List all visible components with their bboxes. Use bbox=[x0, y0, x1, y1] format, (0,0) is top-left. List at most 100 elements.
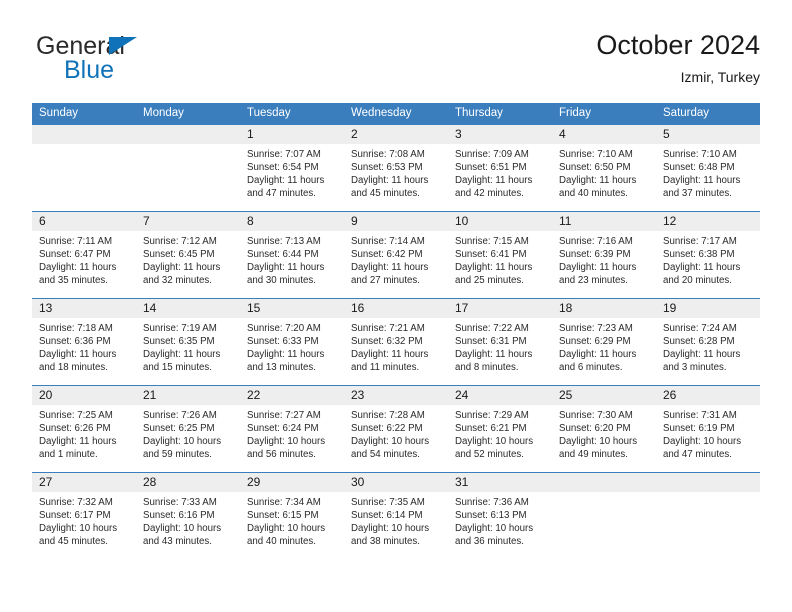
day-cell[interactable]: Sunrise: 7:12 AM Sunset: 6:45 PM Dayligh… bbox=[136, 231, 240, 298]
day-cell[interactable]: Sunrise: 7:22 AM Sunset: 6:31 PM Dayligh… bbox=[448, 318, 552, 385]
daylight-text-line2: and 35 minutes. bbox=[39, 275, 108, 287]
daylight-text-line2: and 6 minutes. bbox=[559, 362, 623, 374]
day-number[interactable]: 17 bbox=[448, 299, 552, 318]
daylight-text-line1: Daylight: 11 hours bbox=[559, 262, 637, 274]
sunset-text: Sunset: 6:31 PM bbox=[455, 336, 527, 348]
day-number[interactable] bbox=[552, 473, 656, 492]
day-cell[interactable]: Sunrise: 7:15 AM Sunset: 6:41 PM Dayligh… bbox=[448, 231, 552, 298]
daylight-text-line1: Daylight: 10 hours bbox=[143, 523, 222, 535]
sunrise-text: Sunrise: 7:08 AM bbox=[351, 149, 425, 160]
day-number[interactable]: 7 bbox=[136, 212, 240, 231]
day-number[interactable]: 10 bbox=[448, 212, 552, 231]
day-number[interactable]: 3 bbox=[448, 125, 552, 144]
day-cell[interactable]: Sunrise: 7:32 AM Sunset: 6:17 PM Dayligh… bbox=[32, 492, 136, 559]
general-blue-logo[interactable]: General Blue bbox=[36, 32, 236, 88]
day-cell[interactable]: Sunrise: 7:28 AM Sunset: 6:22 PM Dayligh… bbox=[344, 405, 448, 472]
daylight-text-line1: Daylight: 11 hours bbox=[455, 349, 533, 361]
day-number[interactable]: 20 bbox=[32, 386, 136, 405]
daylight-text-line2: and 52 minutes. bbox=[455, 449, 524, 461]
day-cell[interactable]: Sunrise: 7:25 AM Sunset: 6:26 PM Dayligh… bbox=[32, 405, 136, 472]
day-cell[interactable]: Sunrise: 7:24 AM Sunset: 6:28 PM Dayligh… bbox=[656, 318, 760, 385]
day-cell[interactable]: Sunrise: 7:33 AM Sunset: 6:16 PM Dayligh… bbox=[136, 492, 240, 559]
day-cell[interactable]: Sunrise: 7:08 AM Sunset: 6:53 PM Dayligh… bbox=[344, 144, 448, 211]
day-number[interactable]: 4 bbox=[552, 125, 656, 144]
day-number[interactable]: 21 bbox=[136, 386, 240, 405]
day-cell[interactable] bbox=[656, 492, 760, 559]
day-number[interactable]: 22 bbox=[240, 386, 344, 405]
day-number[interactable]: 19 bbox=[656, 299, 760, 318]
sunset-text: Sunset: 6:22 PM bbox=[351, 423, 423, 435]
day-cell[interactable] bbox=[552, 492, 656, 559]
day-number[interactable]: 6 bbox=[32, 212, 136, 231]
day-number[interactable]: 14 bbox=[136, 299, 240, 318]
daylight-text-line1: Daylight: 11 hours bbox=[663, 175, 741, 187]
day-number[interactable]: 28 bbox=[136, 473, 240, 492]
sunset-text: Sunset: 6:24 PM bbox=[247, 423, 319, 435]
day-number[interactable]: 16 bbox=[344, 299, 448, 318]
day-number[interactable]: 9 bbox=[344, 212, 448, 231]
day-number[interactable]: 13 bbox=[32, 299, 136, 318]
day-cell[interactable]: Sunrise: 7:10 AM Sunset: 6:48 PM Dayligh… bbox=[656, 144, 760, 211]
day-cell[interactable]: Sunrise: 7:20 AM Sunset: 6:33 PM Dayligh… bbox=[240, 318, 344, 385]
day-cell[interactable]: Sunrise: 7:07 AM Sunset: 6:54 PM Dayligh… bbox=[240, 144, 344, 211]
day-cell[interactable] bbox=[32, 144, 136, 211]
daylight-text-line1: Daylight: 11 hours bbox=[247, 175, 325, 187]
day-number[interactable]: 8 bbox=[240, 212, 344, 231]
day-cell[interactable]: Sunrise: 7:35 AM Sunset: 6:14 PM Dayligh… bbox=[344, 492, 448, 559]
day-cell[interactable]: Sunrise: 7:14 AM Sunset: 6:42 PM Dayligh… bbox=[344, 231, 448, 298]
title-block: October 2024 Izmir, Turkey bbox=[596, 28, 760, 87]
day-cell[interactable]: Sunrise: 7:19 AM Sunset: 6:35 PM Dayligh… bbox=[136, 318, 240, 385]
day-cell[interactable]: Sunrise: 7:13 AM Sunset: 6:44 PM Dayligh… bbox=[240, 231, 344, 298]
day-number[interactable]: 24 bbox=[448, 386, 552, 405]
day-number[interactable]: 26 bbox=[656, 386, 760, 405]
day-cell[interactable]: Sunrise: 7:16 AM Sunset: 6:39 PM Dayligh… bbox=[552, 231, 656, 298]
sunrise-text: Sunrise: 7:19 AM bbox=[143, 323, 217, 334]
day-number[interactable] bbox=[32, 125, 136, 144]
day-number[interactable]: 12 bbox=[656, 212, 760, 231]
day-cell[interactable]: Sunrise: 7:17 AM Sunset: 6:38 PM Dayligh… bbox=[656, 231, 760, 298]
day-cell[interactable]: Sunrise: 7:18 AM Sunset: 6:36 PM Dayligh… bbox=[32, 318, 136, 385]
sunset-text: Sunset: 6:17 PM bbox=[39, 510, 111, 522]
day-cell[interactable]: Sunrise: 7:09 AM Sunset: 6:51 PM Dayligh… bbox=[448, 144, 552, 211]
day-cell[interactable]: Sunrise: 7:21 AM Sunset: 6:32 PM Dayligh… bbox=[344, 318, 448, 385]
day-number[interactable]: 30 bbox=[344, 473, 448, 492]
day-number[interactable]: 31 bbox=[448, 473, 552, 492]
day-cell[interactable]: Sunrise: 7:11 AM Sunset: 6:47 PM Dayligh… bbox=[32, 231, 136, 298]
daylight-text-line1: Daylight: 11 hours bbox=[663, 262, 741, 274]
day-cell[interactable]: Sunrise: 7:36 AM Sunset: 6:13 PM Dayligh… bbox=[448, 492, 552, 559]
day-number[interactable]: 25 bbox=[552, 386, 656, 405]
day-cell[interactable]: Sunrise: 7:23 AM Sunset: 6:29 PM Dayligh… bbox=[552, 318, 656, 385]
day-number[interactable] bbox=[136, 125, 240, 144]
day-cell[interactable] bbox=[136, 144, 240, 211]
day-cell[interactable]: Sunrise: 7:31 AM Sunset: 6:19 PM Dayligh… bbox=[656, 405, 760, 472]
day-number[interactable]: 2 bbox=[344, 125, 448, 144]
day-cell[interactable]: Sunrise: 7:27 AM Sunset: 6:24 PM Dayligh… bbox=[240, 405, 344, 472]
page-title: October 2024 bbox=[596, 30, 760, 60]
sunset-text: Sunset: 6:42 PM bbox=[351, 249, 423, 261]
daylight-text-line1: Daylight: 11 hours bbox=[143, 349, 221, 361]
day-number[interactable]: 15 bbox=[240, 299, 344, 318]
day-cell[interactable]: Sunrise: 7:10 AM Sunset: 6:50 PM Dayligh… bbox=[552, 144, 656, 211]
day-number[interactable]: 5 bbox=[656, 125, 760, 144]
daylight-text-line1: Daylight: 11 hours bbox=[351, 262, 429, 274]
day-number[interactable]: 27 bbox=[32, 473, 136, 492]
day-number[interactable]: 18 bbox=[552, 299, 656, 318]
daylight-text-line1: Daylight: 11 hours bbox=[39, 262, 117, 274]
daylight-text-line2: and 43 minutes. bbox=[143, 536, 212, 548]
sunset-text: Sunset: 6:53 PM bbox=[351, 162, 423, 174]
sunset-text: Sunset: 6:16 PM bbox=[143, 510, 215, 522]
day-number[interactable]: 23 bbox=[344, 386, 448, 405]
day-cell[interactable]: Sunrise: 7:30 AM Sunset: 6:20 PM Dayligh… bbox=[552, 405, 656, 472]
day-number[interactable] bbox=[656, 473, 760, 492]
sunset-text: Sunset: 6:54 PM bbox=[247, 162, 319, 174]
day-number[interactable]: 29 bbox=[240, 473, 344, 492]
sunrise-text: Sunrise: 7:10 AM bbox=[663, 149, 737, 160]
day-cell[interactable]: Sunrise: 7:26 AM Sunset: 6:25 PM Dayligh… bbox=[136, 405, 240, 472]
day-number[interactable]: 11 bbox=[552, 212, 656, 231]
day-number[interactable]: 1 bbox=[240, 125, 344, 144]
sunrise-text: Sunrise: 7:15 AM bbox=[455, 236, 529, 247]
week-detail-strip: Sunrise: 7:18 AM Sunset: 6:36 PM Dayligh… bbox=[32, 318, 760, 385]
calendar-page: General Blue October 2024 Izmir, Turkey … bbox=[0, 0, 792, 612]
day-cell[interactable]: Sunrise: 7:29 AM Sunset: 6:21 PM Dayligh… bbox=[448, 405, 552, 472]
day-cell[interactable]: Sunrise: 7:34 AM Sunset: 6:15 PM Dayligh… bbox=[240, 492, 344, 559]
